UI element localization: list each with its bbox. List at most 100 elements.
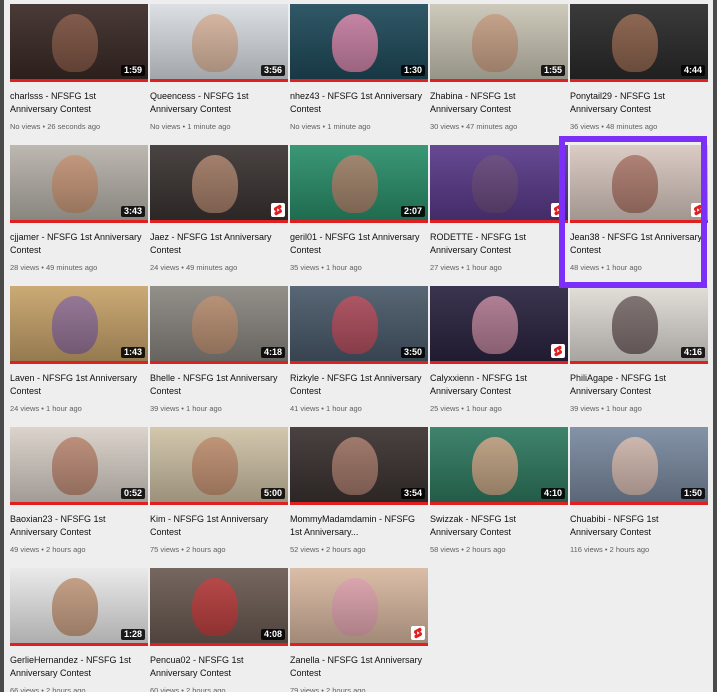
video-thumbnail[interactable]: 1:50 (570, 427, 708, 502)
video-card[interactable]: 1:59 charlsss - NFSFG 1st Anniversary Co… (10, 4, 148, 145)
video-title[interactable]: Kim - NFSFG 1st Anniversary Contest (150, 513, 288, 539)
video-title[interactable]: RODETTE - NFSFG 1st Anniversary Contest (430, 231, 568, 257)
video-card[interactable]: RODETTE - NFSFG 1st Anniversary Contest … (430, 145, 568, 286)
upload-age: 2 hours ago (45, 545, 86, 554)
meta-separator: • (179, 404, 186, 413)
watch-progress-bar (290, 79, 428, 82)
upload-age: 2 hours ago (325, 686, 366, 692)
video-thumbnail[interactable]: 2:07 (290, 145, 428, 220)
video-title[interactable]: Rizkyle - NFSFG 1st Anniversary Contest (290, 372, 428, 398)
video-card[interactable]: Jaez - NFSFG 1st Anniversary Contest 24 … (150, 145, 288, 286)
video-thumbnail[interactable] (290, 568, 428, 643)
video-title[interactable]: nhez43 - NFSFG 1st Anniversary Contest (290, 90, 428, 116)
video-thumbnail[interactable] (150, 145, 288, 220)
video-thumbnail[interactable]: 1:59 (10, 4, 148, 79)
video-title[interactable]: Queencess - NFSFG 1st Anniversary Contes… (150, 90, 288, 116)
video-card[interactable]: 3:50 Rizkyle - NFSFG 1st Anniversary Con… (290, 286, 428, 427)
watch-progress-bar (430, 220, 568, 223)
video-card[interactable]: Calyxxienn - NFSFG 1st Anniversary Conte… (430, 286, 568, 427)
video-thumbnail[interactable]: 3:43 (10, 145, 148, 220)
video-meta: 52 views • 2 hours ago (290, 545, 428, 555)
video-title[interactable]: PhiliAgape - NFSFG 1st Anniversary Conte… (570, 372, 708, 398)
video-title[interactable]: Swizzak - NFSFG 1st Anniversary Contest (430, 513, 568, 539)
shorts-icon (271, 203, 285, 217)
video-thumbnail[interactable]: 3:56 (150, 4, 288, 79)
video-meta: 58 views • 2 hours ago (430, 545, 568, 555)
video-title[interactable]: Pencua02 - NFSFG 1st Anniversary Contest (150, 654, 288, 680)
video-title[interactable]: charlsss - NFSFG 1st Anniversary Contest (10, 90, 148, 116)
view-count: 36 views (570, 122, 600, 131)
upload-age: 1 hour ago (465, 404, 502, 413)
video-card[interactable]: 1:30 nhez43 - NFSFG 1st Anniversary Cont… (290, 4, 428, 145)
video-title[interactable]: Chuabibi - NFSFG 1st Anniversary Contest (570, 513, 708, 539)
video-thumbnail[interactable]: 1:28 (10, 568, 148, 643)
video-thumbnail[interactable]: 1:43 (10, 286, 148, 361)
meta-separator: • (179, 686, 186, 692)
video-title[interactable]: Laven - NFSFG 1st Anniversary Contest (10, 372, 148, 398)
watch-progress-bar (10, 79, 148, 82)
video-card[interactable]: 4:08 Pencua02 - NFSFG 1st Anniversary Co… (150, 568, 288, 692)
video-title[interactable]: Ponytail29 - NFSFG 1st Anniversary Conte… (570, 90, 708, 116)
video-title[interactable]: Zhabina - NFSFG 1st Anniversary Contest (430, 90, 568, 116)
video-meta: 39 views • 1 hour ago (570, 404, 708, 414)
video-duration: 4:44 (680, 65, 705, 76)
video-title[interactable]: Jean38 - NFSFG 1st Anniversary Contest (570, 231, 708, 257)
video-card[interactable]: 1:50 Chuabibi - NFSFG 1st Anniversary Co… (570, 427, 708, 568)
video-thumbnail[interactable] (430, 145, 568, 220)
video-thumbnail[interactable]: 5:00 (150, 427, 288, 502)
upload-age: 1 minute ago (187, 122, 231, 131)
video-duration: 3:43 (120, 206, 145, 217)
video-thumbnail[interactable]: 4:44 (570, 4, 708, 79)
upload-age: 47 minutes ago (465, 122, 518, 131)
video-card[interactable]: 4:16 PhiliAgape - NFSFG 1st Anniversary … (570, 286, 708, 427)
video-thumbnail[interactable]: 4:10 (430, 427, 568, 502)
watch-progress-bar (10, 220, 148, 223)
video-meta: No views • 1 minute ago (290, 122, 428, 132)
video-title[interactable]: cjjamer - NFSFG 1st Anniversary Contest (10, 231, 148, 257)
video-card[interactable]: 3:54 MommyMadamdamin - NFSFG 1st Anniver… (290, 427, 428, 568)
video-thumbnail[interactable]: 0:52 (10, 427, 148, 502)
video-thumbnail[interactable]: 1:30 (290, 4, 428, 79)
upload-age: 2 hours ago (609, 545, 650, 554)
shorts-icon (691, 203, 705, 217)
video-card[interactable]: 1:43 Laven - NFSFG 1st Anniversary Conte… (10, 286, 148, 427)
video-title[interactable]: Zanella - NFSFG 1st Anniversary Contest (290, 654, 428, 680)
video-meta: 24 views • 1 hour ago (10, 404, 148, 414)
video-meta: 66 views • 2 hours ago (10, 686, 148, 692)
video-meta: No views • 1 minute ago (150, 122, 288, 132)
video-thumbnail[interactable]: 4:16 (570, 286, 708, 361)
video-card[interactable]: 3:43 cjjamer - NFSFG 1st Anniversary Con… (10, 145, 148, 286)
video-card[interactable]: 1:28 GerlieHernandez - NFSFG 1st Anniver… (10, 568, 148, 692)
view-count: 75 views (150, 545, 180, 554)
video-card[interactable]: 4:10 Swizzak - NFSFG 1st Anniversary Con… (430, 427, 568, 568)
video-title[interactable]: Calyxxienn - NFSFG 1st Anniversary Conte… (430, 372, 568, 398)
video-thumbnail[interactable] (570, 145, 708, 220)
video-title[interactable]: geril01 - NFSFG 1st Anniversary Contest (290, 231, 428, 257)
video-duration: 1:50 (680, 488, 705, 499)
video-card[interactable]: 4:18 Bhelle - NFSFG 1st Anniversary Cont… (150, 286, 288, 427)
video-card[interactable]: 2:07 geril01 - NFSFG 1st Anniversary Con… (290, 145, 428, 286)
view-count: 66 views (10, 686, 40, 692)
video-title[interactable]: Jaez - NFSFG 1st Anniversary Contest (150, 231, 288, 257)
video-title[interactable]: Baoxian23 - NFSFG 1st Anniversary Contes… (10, 513, 148, 539)
video-thumbnail[interactable]: 4:18 (150, 286, 288, 361)
video-title[interactable]: GerlieHernandez - NFSFG 1st Anniversary … (10, 654, 148, 680)
video-thumbnail[interactable]: 3:50 (290, 286, 428, 361)
upload-age: 49 minutes ago (185, 263, 238, 272)
video-thumbnail[interactable] (430, 286, 568, 361)
video-duration: 4:10 (540, 488, 565, 499)
video-card[interactable]: 4:44 Ponytail29 - NFSFG 1st Anniversary … (570, 4, 708, 145)
video-thumbnail[interactable]: 4:08 (150, 568, 288, 643)
meta-separator: • (459, 122, 466, 131)
video-title[interactable]: Bhelle - NFSFG 1st Anniversary Contest (150, 372, 288, 398)
video-card[interactable]: 5:00 Kim - NFSFG 1st Anniversary Contest… (150, 427, 288, 568)
video-card[interactable]: 1:55 Zhabina - NFSFG 1st Anniversary Con… (430, 4, 568, 145)
video-card[interactable]: Zanella - NFSFG 1st Anniversary Contest … (290, 568, 428, 692)
video-title[interactable]: MommyMadamdamin - NFSFG 1st Anniversary.… (290, 513, 428, 539)
video-thumbnail[interactable]: 3:54 (290, 427, 428, 502)
video-thumbnail[interactable]: 1:55 (430, 4, 568, 79)
video-card[interactable]: 0:52 Baoxian23 - NFSFG 1st Anniversary C… (10, 427, 148, 568)
video-card[interactable]: 3:56 Queencess - NFSFG 1st Anniversary C… (150, 4, 288, 145)
video-meta: No views • 26 seconds ago (10, 122, 148, 132)
video-card[interactable]: Jean38 - NFSFG 1st Anniversary Contest 4… (570, 145, 708, 286)
